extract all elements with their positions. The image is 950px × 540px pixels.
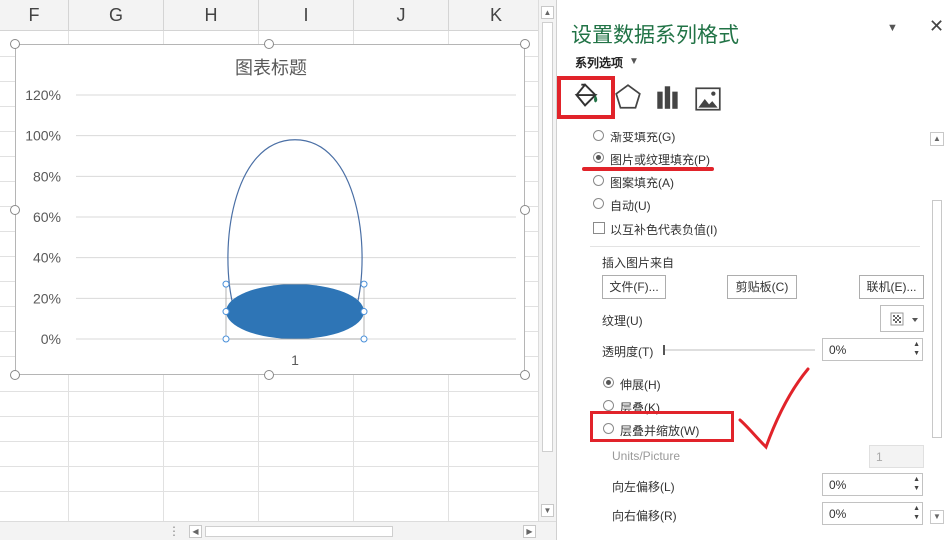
offset-left-value[interactable]: 0% (829, 478, 846, 492)
chart-resize-handle-tl[interactable] (10, 39, 20, 49)
point-selection-handle (222, 335, 230, 343)
units-per-picture-input: 1 (869, 445, 924, 468)
option-pattern-fill-label[interactable]: 图案填充(A) (610, 174, 674, 191)
y-tick-label: 80% (33, 168, 61, 184)
series-options-bar-chart-icon[interactable] (653, 82, 683, 112)
units-per-picture-label: Units/Picture (612, 449, 681, 463)
scroll-right-icon[interactable]: ▶ (523, 525, 536, 538)
vertical-scroll-thumb[interactable] (542, 22, 553, 452)
stack-and-scale-label[interactable]: 层叠并缩放(W) (620, 422, 699, 439)
point-selection-handle (360, 308, 368, 316)
spin-up-icon[interactable]: ▲ (913, 505, 920, 512)
annotation-red-checkmark (738, 367, 810, 450)
spin-down-icon[interactable]: ▼ (913, 514, 920, 521)
sheet-horizontal-scrollbar[interactable]: ⋮ ◀ ▶ (0, 521, 556, 540)
checkbox-invert-negative[interactable] (593, 222, 605, 234)
point-selection-handle (222, 280, 230, 288)
pane-title: 设置数据系列格式 (571, 24, 739, 47)
radio-stack[interactable] (603, 400, 614, 411)
chart-resize-handle-ml[interactable] (10, 205, 20, 215)
picture-icon[interactable] (693, 84, 723, 114)
x-category-label: 1 (291, 352, 299, 368)
chart-resize-handle-mr[interactable] (520, 205, 530, 215)
offset-right-value[interactable]: 0% (829, 507, 846, 521)
option-automatic-label[interactable]: 自动(U) (610, 197, 651, 214)
offset-right-label: 向右偏移(R) (612, 509, 677, 523)
invert-negative-label[interactable]: 以互补色代表负值(I) (610, 221, 717, 238)
option-picture-texture-fill-label[interactable]: 图片或纹理填充(P) (610, 151, 710, 168)
scroll-up-icon[interactable]: ▲ (541, 6, 554, 19)
series-options-dropdown[interactable]: 系列选项 (575, 54, 623, 71)
sheet-vertical-scrollbar[interactable]: ▲ ▼ (538, 0, 556, 521)
column-header-h[interactable]: H (164, 0, 259, 31)
scroll-down-icon[interactable]: ▼ (930, 510, 944, 524)
horizontal-scroll-thumb[interactable] (205, 526, 393, 537)
texture-picker-button[interactable] (880, 305, 924, 332)
texture-label: 纹理(U) (602, 314, 643, 328)
annotation-red-underline (582, 167, 714, 171)
data-point-ellipse (226, 284, 364, 339)
y-tick-label: 20% (33, 290, 61, 306)
radio-stretch[interactable] (603, 377, 614, 388)
chart-resize-handle-bc[interactable] (264, 370, 274, 380)
pane-options-chevron-icon[interactable]: ▼ (887, 22, 898, 34)
offset-left-label: 向左偏移(L) (612, 480, 675, 494)
stretch-label[interactable]: 伸展(H) (620, 376, 661, 393)
clipboard-button[interactable]: 剪贴板(C) (727, 275, 797, 299)
chart-resize-handle-tr[interactable] (520, 39, 530, 49)
spin-down-icon[interactable]: ▼ (913, 485, 920, 492)
radio-picture-texture-fill[interactable] (593, 152, 604, 163)
column-header-k[interactable]: K (449, 0, 538, 31)
worksheet[interactable]: F G H I J K 图表标题 120% 100% 80% 60% 40% 20% 0% 1 (0, 0, 538, 540)
chevron-down-icon[interactable]: ▼ (629, 56, 639, 67)
spin-up-icon[interactable]: ▲ (913, 476, 920, 483)
online-button[interactable]: 联机(E)... (859, 275, 924, 299)
transparency-spinner[interactable]: 0% ▲ ▼ (822, 338, 923, 361)
y-tick-label: 60% (33, 209, 61, 225)
chart-resize-handle-br[interactable] (520, 370, 530, 380)
chart-resize-handle-bl[interactable] (10, 370, 20, 380)
chart-resize-handle-tc[interactable] (264, 39, 274, 49)
spin-down-icon[interactable]: ▼ (913, 350, 920, 357)
column-header-f[interactable]: F (0, 0, 69, 31)
scroll-down-icon[interactable]: ▼ (541, 504, 554, 517)
split-handle-icon[interactable]: ⋮ (168, 524, 180, 538)
insert-picture-from-label: 插入图片来自 (602, 256, 675, 270)
radio-gradient-fill[interactable] (593, 130, 604, 141)
section-divider (590, 246, 920, 247)
column-header-i[interactable]: I (259, 0, 354, 31)
effects-pentagon-icon[interactable] (613, 82, 643, 112)
y-tick-label: 40% (33, 250, 61, 266)
radio-automatic[interactable] (593, 198, 604, 209)
texture-swatch-icon (890, 312, 918, 326)
close-icon[interactable]: ✕ (929, 16, 944, 37)
radio-stack-and-scale[interactable] (603, 423, 614, 434)
point-selection-handle (360, 335, 368, 343)
transparency-label: 透明度(T) (602, 345, 654, 359)
scroll-left-icon[interactable]: ◀ (189, 525, 202, 538)
series-outline-shape (227, 139, 363, 310)
pane-scroll-thumb[interactable] (932, 200, 942, 438)
transparency-slider[interactable] (660, 342, 818, 358)
pane-vertical-scrollbar[interactable]: ▲ ▼ (930, 132, 945, 524)
column-header-bar: F G H I J K (0, 0, 538, 31)
annotation-red-box-fill-tab (557, 76, 615, 119)
file-button[interactable]: 文件(F)... (602, 275, 666, 299)
y-tick-label: 100% (25, 128, 61, 144)
column-header-g[interactable]: G (69, 0, 164, 31)
point-selection-handle (222, 308, 230, 316)
y-tick-label: 120% (25, 87, 61, 103)
column-header-j[interactable]: J (354, 0, 449, 31)
scroll-up-icon[interactable]: ▲ (930, 132, 944, 146)
chart-area[interactable]: 图表标题 120% 100% 80% 60% 40% 20% 0% 1 (15, 44, 525, 375)
spin-up-icon[interactable]: ▲ (913, 341, 920, 348)
offset-left-spinner[interactable]: 0% ▲ ▼ (822, 473, 923, 496)
radio-pattern-fill[interactable] (593, 175, 604, 186)
units-per-picture-value: 1 (876, 450, 883, 464)
transparency-value[interactable]: 0% (829, 343, 846, 357)
y-tick-label: 0% (41, 331, 61, 347)
chart-plot[interactable]: 120% 100% 80% 60% 40% 20% 0% 1 (16, 45, 526, 376)
point-selection-handle (360, 280, 368, 288)
offset-right-spinner[interactable]: 0% ▲ ▼ (822, 502, 923, 525)
